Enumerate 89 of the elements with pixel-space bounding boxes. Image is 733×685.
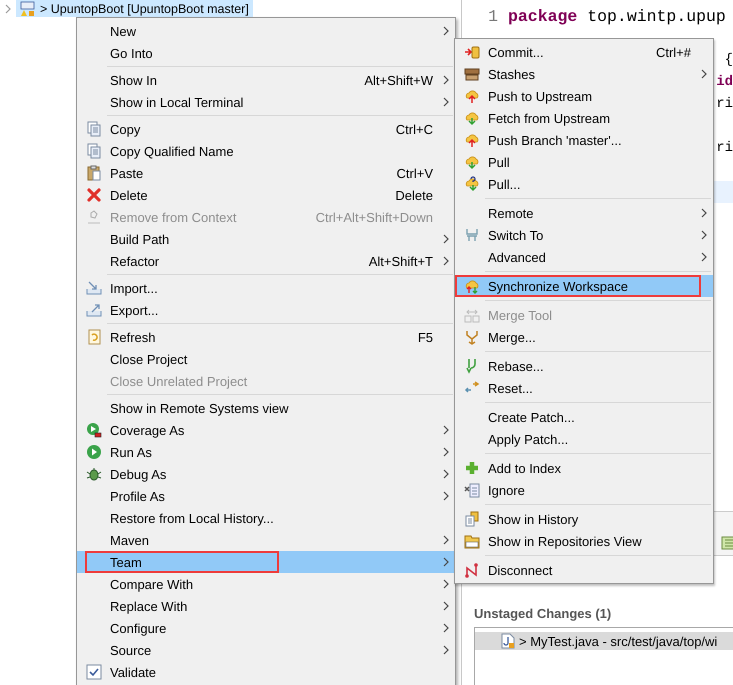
cloud-question-icon xyxy=(464,176,480,192)
menu-item[interactable]: Stashes xyxy=(455,63,713,85)
chest-icon xyxy=(464,66,480,82)
cloud-upload-icon xyxy=(464,88,480,104)
code-line: package top.wintp.upup xyxy=(507,6,726,26)
menu-item[interactable]: Merge... xyxy=(455,326,713,348)
refresh-icon xyxy=(86,329,102,345)
export-icon xyxy=(86,302,102,318)
tree-item[interactable]: > UpuntopBoot [UpuntopBoot master] xyxy=(16,0,253,17)
menu-item[interactable]: Maven xyxy=(77,529,455,551)
menu-item[interactable]: Apply Patch... xyxy=(455,428,713,450)
line-number: 1 xyxy=(487,6,499,26)
menu-item[interactable]: Debug As xyxy=(77,463,455,485)
document-stack-icon xyxy=(86,121,102,137)
menu-item[interactable]: Reset... xyxy=(455,377,713,399)
menu-item[interactable]: Export... xyxy=(77,299,455,321)
menu-item[interactable]: Profile As xyxy=(77,485,455,507)
checkbox-icon xyxy=(86,664,102,680)
code-text: { xyxy=(724,52,733,68)
menu-item[interactable]: Coverage As xyxy=(77,419,455,441)
import-icon xyxy=(86,280,102,296)
menu-item[interactable]: Import... xyxy=(77,277,455,299)
menu-item[interactable]: Validate xyxy=(77,661,455,683)
menu-item[interactable]: Source xyxy=(77,639,455,661)
merge-icon xyxy=(464,329,480,345)
menu-item[interactable]: Synchronize Workspace xyxy=(455,275,713,297)
menu-item[interactable]: Switch To xyxy=(455,224,713,246)
menu-item[interactable]: Show in Remote Systems view xyxy=(77,397,455,419)
run-icon xyxy=(86,444,102,460)
menu-item[interactable]: Show In Alt+Shift+W xyxy=(77,69,455,91)
delete-icon xyxy=(86,187,102,203)
menu-item[interactable]: Refactor Alt+Shift+T xyxy=(77,250,455,272)
code-text: id xyxy=(716,74,733,90)
file-row[interactable]: > MyTest.java - src/test/java/top/wi xyxy=(475,632,733,650)
menu-item[interactable]: Show in Repositories View xyxy=(455,530,713,552)
remove-context-icon xyxy=(86,209,102,225)
coverage-icon xyxy=(86,422,102,438)
code-text: ri xyxy=(716,140,733,156)
menu-item[interactable]: Refresh F5 xyxy=(77,326,455,348)
menu-item[interactable]: Replace With xyxy=(77,595,455,617)
menu-item[interactable]: Push to Upstream xyxy=(455,85,713,107)
menu-item[interactable]: Fetch from Upstream xyxy=(455,107,713,129)
clipboard-icon xyxy=(86,165,102,181)
menu-item[interactable]: Configure xyxy=(77,617,455,639)
cloud-download-icon xyxy=(464,110,480,126)
menu-item[interactable]: Paste Ctrl+V xyxy=(77,162,455,184)
menu-item[interactable]: Compare With xyxy=(77,573,455,595)
menu-item[interactable]: Advanced xyxy=(455,246,713,268)
menu-item[interactable]: Build Path xyxy=(77,228,455,250)
menu-item[interactable]: Disconnect xyxy=(455,559,713,581)
code-text: ri xyxy=(716,96,733,112)
menu-item[interactable]: Run As xyxy=(77,441,455,463)
commit-icon xyxy=(464,44,480,60)
history-icon xyxy=(464,511,480,527)
java-file-icon xyxy=(501,633,515,649)
menu-item[interactable]: Push Branch 'master'... xyxy=(455,129,713,151)
menu-item[interactable]: Copy Qualified Name xyxy=(77,140,455,162)
menu-item[interactable]: Go Into xyxy=(77,42,455,64)
project-icon xyxy=(20,0,36,16)
ignore-icon xyxy=(464,482,480,498)
menu-item[interactable]: Show in Local Terminal xyxy=(77,91,455,113)
menu-item[interactable]: Create Patch... xyxy=(455,406,713,428)
menu-item[interactable]: Ignore xyxy=(455,479,713,501)
cloud-upload-icon xyxy=(464,132,480,148)
menu-item[interactable]: Team xyxy=(77,551,455,573)
cloud-sync-icon xyxy=(464,278,480,294)
menu-item[interactable]: Close Project xyxy=(77,348,455,370)
menu-item[interactable]: Add to Index xyxy=(455,457,713,479)
cloud-download-icon xyxy=(464,154,480,170)
merge-tool-icon xyxy=(464,307,480,323)
menu-item[interactable]: Copy Ctrl+C xyxy=(77,118,455,140)
menu-item[interactable]: New xyxy=(77,20,455,42)
menu-item[interactable]: Show in History xyxy=(455,508,713,530)
section-title: Unstaged Changes (1) xyxy=(474,606,612,621)
expand-icon[interactable] xyxy=(4,2,12,14)
menu-item[interactable]: Restore from Local History... xyxy=(77,507,455,529)
menu-item[interactable]: Rebase... xyxy=(455,355,713,377)
menu-item[interactable]: Pull xyxy=(455,151,713,173)
toolbar-icon[interactable] xyxy=(721,535,733,551)
menu-item[interactable]: Pull... xyxy=(455,173,713,195)
document-stack-icon xyxy=(86,143,102,159)
bug-icon xyxy=(86,466,102,482)
menu-item[interactable]: Remote xyxy=(455,202,713,224)
menu-item[interactable]: Delete Delete xyxy=(77,184,455,206)
menu-item[interactable]: Commit... Ctrl+# xyxy=(455,41,713,63)
switch-icon xyxy=(464,227,480,243)
disconnect-icon xyxy=(464,562,480,578)
git-folder-icon xyxy=(464,533,480,549)
plus-icon xyxy=(464,460,480,476)
